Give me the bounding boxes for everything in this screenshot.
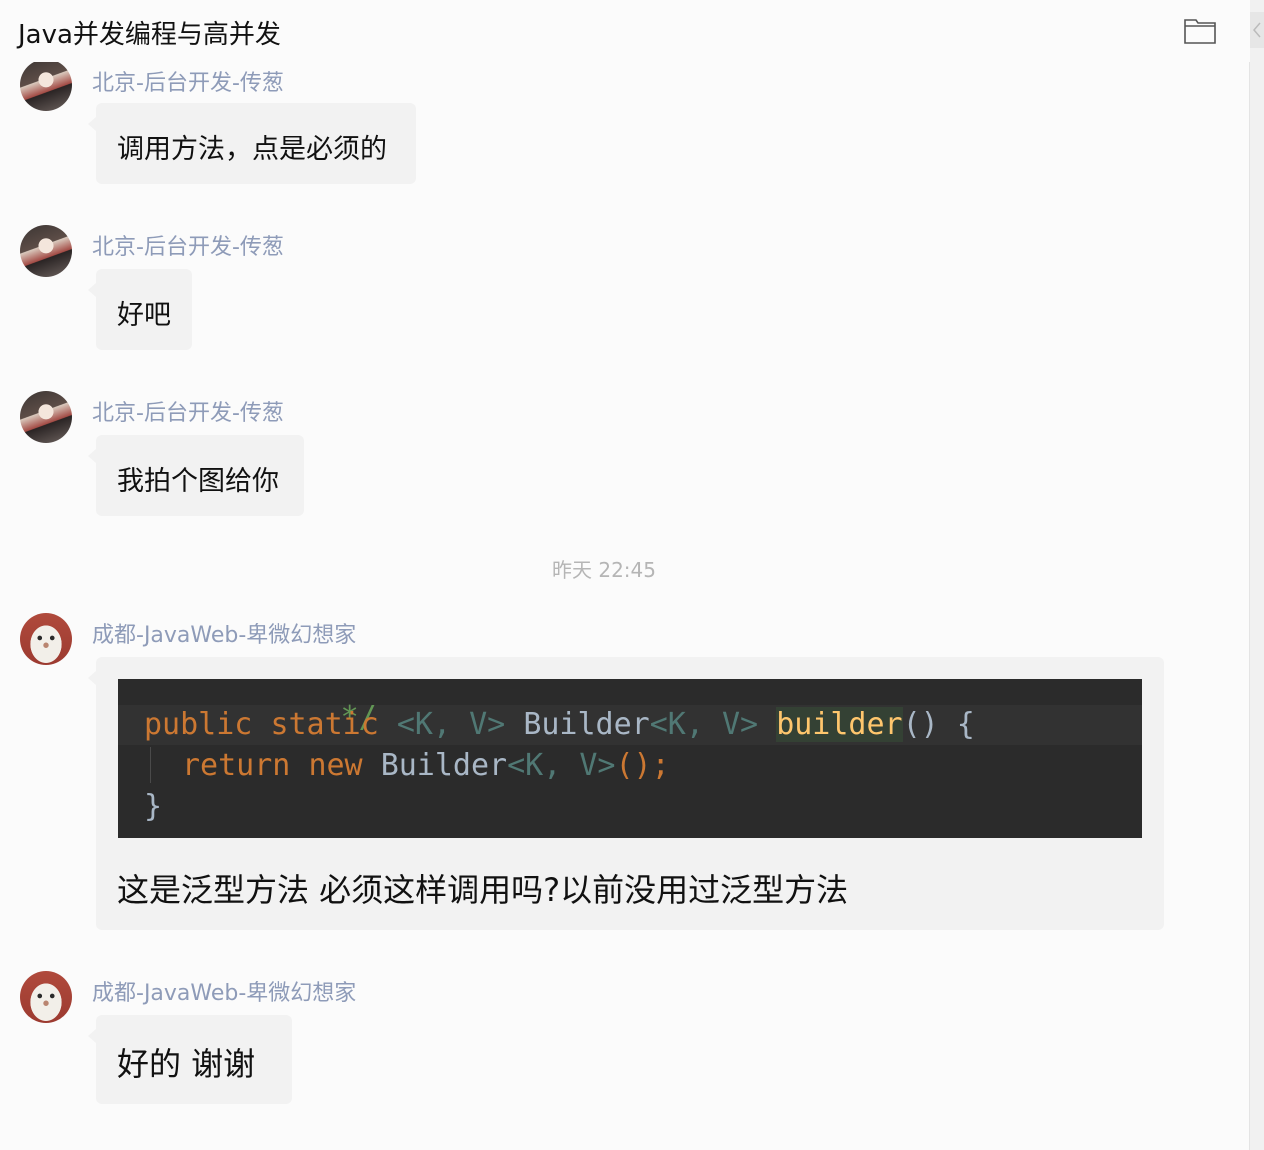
sender-name: 成都-JavaWeb-卑微幻想家 [92,623,357,648]
message-bubble[interactable]: 调用方法，点是必须的 [88,103,416,184]
indent-guide [150,747,151,783]
avatar[interactable] [20,391,72,443]
sender-name: 北京-后台开发-传葱 [92,401,284,426]
avatar[interactable] [20,225,72,277]
message-list[interactable]: 北京-后台开发-传葱 调用方法，点是必须的 北京-后台开发-传葱 好吧 北京-后… [0,0,1250,1140]
avatar[interactable] [20,613,72,665]
sender-name: 成都-JavaWeb-卑微幻想家 [92,981,357,1006]
sender-name: 北京-后台开发-传葱 [92,71,284,96]
message-text: 我拍个图给你 [117,466,279,497]
code-line-3: } [144,789,163,824]
message-bubble[interactable]: 好吧 [88,269,192,350]
avatar[interactable] [20,59,72,111]
timestamp: 昨天 22:45 [552,558,656,582]
code-line-2: return new Builder<K, V>(); [182,748,670,783]
code-line-1: public static <K, V> Builder<K, V> build… [144,707,975,742]
folder-icon[interactable] [1183,15,1217,45]
message-bubble[interactable]: */ public static <K, V> Builder<K, V> bu… [88,657,1164,930]
message-text: 这是泛型方法 必须这样调用吗?以前没用过泛型方法 [117,871,849,909]
avatar[interactable] [20,971,72,1023]
scroll-up-button[interactable] [1250,12,1264,48]
chat-window: 北京-后台开发-传葱 调用方法，点是必须的 北京-后台开发-传葱 好吧 北京-后… [0,0,1264,1150]
message-text: 好的 谢谢 [117,1045,256,1083]
scrollbar[interactable] [1249,0,1264,1150]
message-bubble[interactable]: 好的 谢谢 [88,1015,292,1104]
chat-header: Java并发编程与高并发 [0,0,1250,62]
sender-name: 北京-后台开发-传葱 [92,235,284,260]
message-text: 调用方法，点是必须的 [117,134,387,165]
chat-title: Java并发编程与高并发 [18,20,281,50]
chevron-left-icon [1253,22,1261,38]
message-bubble[interactable]: 我拍个图给你 [88,435,304,516]
code-screenshot[interactable]: */ public static <K, V> Builder<K, V> bu… [118,679,1142,838]
message-text: 好吧 [117,300,171,331]
